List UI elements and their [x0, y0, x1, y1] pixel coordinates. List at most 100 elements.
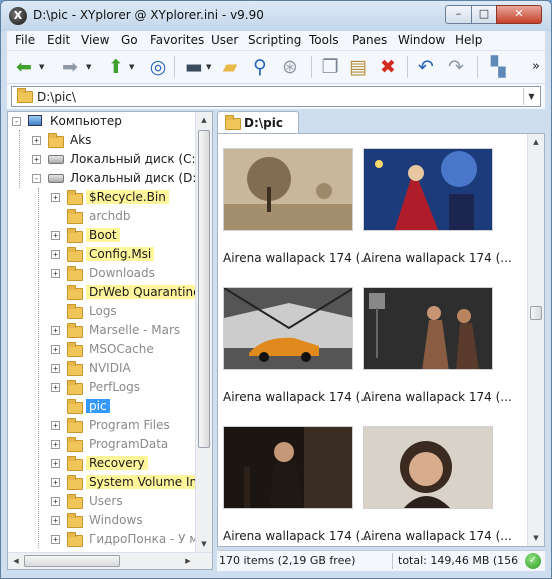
tree-item[interactable]: +ГидроПонка - У меня н: [8, 530, 212, 549]
collapse-icon[interactable]: -: [12, 117, 21, 126]
list-vertical-scrollbar[interactable]: ▲ ▼: [527, 134, 544, 546]
scroll-up-icon[interactable]: ▲: [196, 112, 212, 128]
maximize-button[interactable]: □: [471, 5, 497, 24]
menu-scripting[interactable]: Scripting: [248, 33, 301, 47]
tree-item[interactable]: + Config.Msi: [8, 245, 198, 264]
tree-scroll-thumb[interactable]: [198, 130, 210, 448]
tree-item[interactable]: + Recovery: [8, 454, 198, 473]
copy-icon[interactable]: ❐: [317, 54, 343, 80]
close-button[interactable]: ✕: [496, 5, 542, 24]
menu-edit[interactable]: Edit: [47, 33, 70, 47]
file-thumbnail-item[interactable]: Airena wallapack 174 (...: [358, 287, 512, 412]
thumbnail-image[interactable]: [223, 148, 353, 231]
tree-item[interactable]: + System Volume Informa: [8, 473, 212, 492]
address-field[interactable]: D:\pic\ ▼: [11, 86, 541, 107]
thumbnail-image[interactable]: [223, 426, 353, 509]
expand-icon[interactable]: +: [32, 155, 41, 164]
paste-icon[interactable]: ▤: [345, 54, 371, 80]
tree-item[interactable]: + ProgramData: [8, 435, 198, 454]
tree-vertical-scrollbar[interactable]: ▲ ▼: [195, 112, 212, 552]
status-ok-icon[interactable]: ✓: [525, 553, 541, 569]
thumbnail-image[interactable]: [223, 287, 353, 370]
tree-item[interactable]: archdb: [8, 207, 198, 226]
back-dropdown-icon[interactable]: ▼: [39, 63, 44, 71]
title-bar[interactable]: X D:\pic - XYplorer @ XYplorer.ini - v9.…: [1, 1, 551, 31]
undo-icon[interactable]: ↶: [413, 54, 439, 80]
up-folder-icon[interactable]: ⬆: [103, 54, 129, 80]
file-thumbnail-item[interactable]: Airena wallapack 174 (...: [218, 148, 372, 273]
expand-icon[interactable]: +: [51, 535, 60, 544]
menu-file[interactable]: File: [15, 33, 35, 47]
tree-item[interactable]: - Компьютер: [8, 112, 198, 131]
go-icon[interactable]: ⊛: [277, 54, 303, 80]
expand-icon[interactable]: +: [51, 478, 60, 487]
address-path[interactable]: D:\pic\: [37, 90, 76, 104]
tree-item[interactable]: + Windows: [8, 511, 198, 530]
file-thumbnail-item[interactable]: Airena wallapack 174 (...: [358, 426, 512, 546]
up-dropdown-icon[interactable]: ▼: [129, 63, 134, 71]
menu-user[interactable]: User: [211, 33, 238, 47]
expand-icon[interactable]: +: [32, 136, 41, 145]
thumbnail-image[interactable]: [363, 426, 493, 509]
expand-icon[interactable]: +: [51, 364, 60, 373]
menu-go[interactable]: Go: [121, 33, 138, 47]
menu-window[interactable]: Window: [398, 33, 445, 47]
thumbnail-image[interactable]: [363, 287, 493, 370]
menu-panes[interactable]: Panes: [352, 33, 387, 47]
tree-item[interactable]: pic: [8, 397, 198, 416]
menu-tools[interactable]: Tools: [309, 33, 339, 47]
scroll-left-icon[interactable]: ◀: [8, 553, 24, 569]
tree-item[interactable]: + $Recycle.Bin: [8, 188, 198, 207]
tab-pic[interactable]: D:\pic: [217, 111, 299, 133]
expand-icon[interactable]: +: [51, 269, 60, 278]
tree-item[interactable]: + Program Files: [8, 416, 198, 435]
expand-icon[interactable]: +: [51, 440, 60, 449]
tree-horizontal-scrollbar[interactable]: ◀ ▶: [8, 552, 212, 569]
scroll-up-icon[interactable]: ▲: [528, 134, 544, 150]
scroll-down-icon[interactable]: ▼: [528, 530, 544, 546]
tree-item[interactable]: + Downloads: [8, 264, 198, 283]
tree-item[interactable]: + Boot: [8, 226, 198, 245]
file-thumbnail-item[interactable]: Airena wallapack 174 (...: [218, 287, 372, 412]
scroll-right-icon[interactable]: ▶: [180, 553, 196, 569]
back-icon[interactable]: ⬅: [11, 54, 37, 80]
address-dropdown-icon[interactable]: ▼: [523, 88, 539, 105]
tree-item[interactable]: + MSOCache: [8, 340, 198, 359]
list-scroll-thumb[interactable]: [530, 306, 542, 320]
expand-icon[interactable]: +: [51, 383, 60, 392]
collapse-icon[interactable]: -: [32, 174, 41, 183]
tree-item[interactable]: + Aks: [8, 131, 198, 150]
new-folder-icon[interactable]: ▰: [217, 54, 243, 80]
file-thumbnail-item[interactable]: Airena wallapack 174 (...: [218, 426, 372, 546]
thumbnail-image[interactable]: [363, 148, 493, 231]
expand-icon[interactable]: +: [51, 193, 60, 202]
tree-item[interactable]: + Локальный диск (C:): [8, 150, 200, 169]
expand-icon[interactable]: +: [51, 516, 60, 525]
toolbar-overflow-icon[interactable]: »: [523, 54, 549, 80]
expand-icon[interactable]: +: [51, 250, 60, 259]
target-icon[interactable]: ◎: [145, 54, 171, 80]
computer-icon[interactable]: ▬: [181, 54, 207, 80]
tree-item[interactable]: Logs: [8, 302, 198, 321]
forward-icon[interactable]: ➡: [57, 54, 83, 80]
scroll-down-icon[interactable]: ▼: [196, 536, 212, 552]
tree-hscroll-thumb[interactable]: [24, 555, 120, 567]
expand-icon[interactable]: +: [51, 231, 60, 240]
menu-view[interactable]: View: [81, 33, 109, 47]
panes-icon[interactable]: ▚: [485, 54, 511, 80]
expand-icon[interactable]: +: [51, 421, 60, 430]
xyplorer-app-icon[interactable]: X: [9, 7, 27, 25]
menu-help[interactable]: Help: [455, 33, 482, 47]
forward-dropdown-icon[interactable]: ▼: [86, 63, 91, 71]
file-thumbnail-item[interactable]: Airena wallapack 174 (...: [358, 148, 512, 273]
tree-item[interactable]: DrWeb Quarantine: [8, 283, 204, 302]
tree-item[interactable]: + NVIDIA: [8, 359, 198, 378]
expand-icon[interactable]: +: [51, 326, 60, 335]
tree-item[interactable]: + PerfLogs: [8, 378, 198, 397]
find-icon[interactable]: ⚲: [247, 54, 273, 80]
expand-icon[interactable]: +: [51, 345, 60, 354]
expand-icon[interactable]: +: [51, 459, 60, 468]
delete-icon[interactable]: ✖: [375, 54, 401, 80]
menu-favorites[interactable]: Favorites: [150, 33, 204, 47]
tree-item[interactable]: + Marselle - Mars: [8, 321, 198, 340]
